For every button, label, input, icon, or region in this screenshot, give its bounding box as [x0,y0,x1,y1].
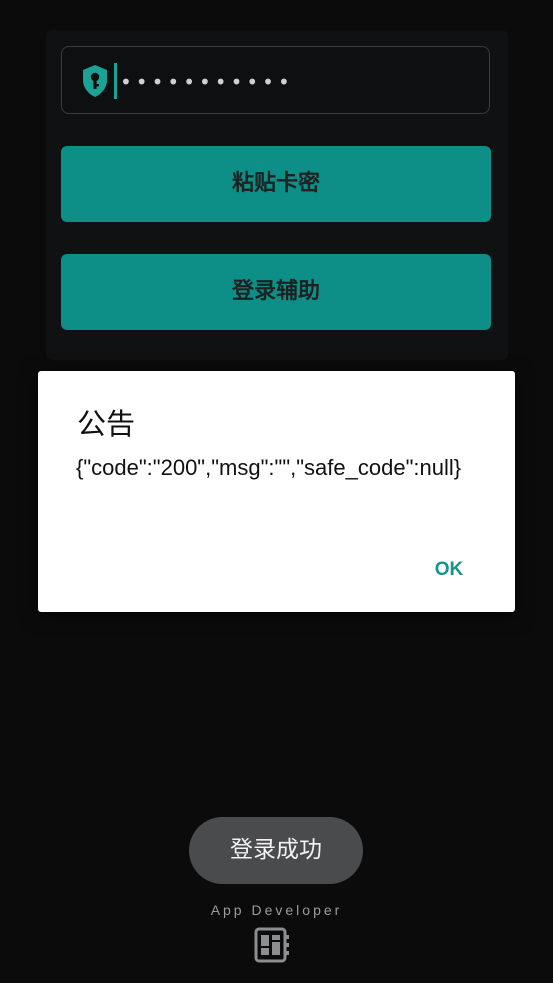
text-caret [114,63,117,99]
announcement-dialog: 公告 {"code":"200","msg":"","safe_code":nu… [38,371,515,612]
password-field[interactable]: ••••••••••• [61,46,490,114]
dialog-message: {"code":"200","msg":"","safe_code":null} [76,455,462,480]
developer-label: App Developer [210,902,343,918]
login-success-toast: 登录成功 [189,817,363,884]
password-masked-value: ••••••••••• [120,70,294,94]
ok-button[interactable]: OK [416,549,482,591]
dialog-title: 公告 [77,407,136,441]
shield-key-icon [83,65,107,97]
paste-card-key-button[interactable]: 粘贴卡密 [61,146,491,222]
developer-board-icon [254,927,289,963]
login-assist-button[interactable]: 登录辅助 [61,254,491,330]
app-screen: ••••••••••• 粘贴卡密 登录辅助 公告 {"code":"200","… [0,0,553,983]
